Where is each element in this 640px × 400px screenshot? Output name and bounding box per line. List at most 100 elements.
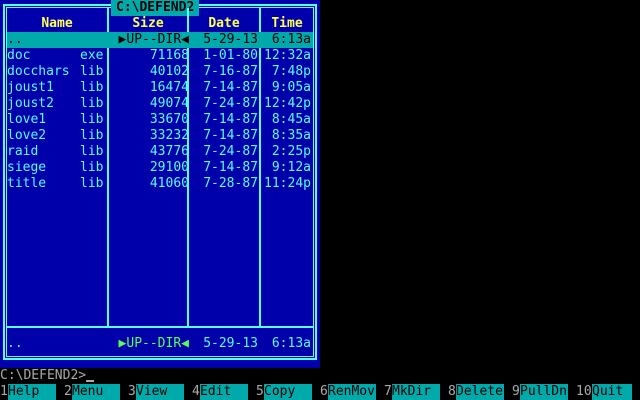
file-time: 2:25p	[271, 144, 311, 159]
fkey-renmov[interactable]: 6 RenMov	[320, 384, 384, 400]
file-row[interactable]: title lib 41060 7-28-87 11:24p	[7, 176, 313, 192]
fkey-pulldn[interactable]: 9 PullDn	[512, 384, 576, 400]
file-date: 7-14-87	[203, 80, 258, 95]
text-cursor	[86, 368, 95, 382]
file-row[interactable]: docchars lib 40102 7-16-87 7:48p	[7, 64, 313, 80]
fkey-number: 6	[320, 384, 328, 399]
fkey-number: 10	[576, 384, 592, 399]
file-time: 6:13a	[271, 32, 311, 47]
file-time: 8:45a	[271, 112, 311, 127]
fkey-copy[interactable]: 5 Copy	[256, 384, 320, 400]
file-ext: lib	[80, 160, 104, 175]
file-row[interactable]: love1 lib 33670 7-14-87 8:45a	[7, 112, 313, 128]
footer-date: 5-29-13	[203, 336, 258, 351]
file-row[interactable]: raid lib 43776 7-24-87 2:25p	[7, 144, 313, 160]
fkey-number: 7	[384, 384, 392, 399]
fkey-label: RenMov	[328, 384, 376, 400]
file-ext: lib	[80, 64, 104, 79]
file-ext: exe	[80, 48, 104, 63]
footer-time: 6:13a	[271, 336, 311, 351]
file-date: 7-14-87	[203, 112, 258, 127]
file-ext: lib	[80, 144, 104, 159]
footer-name: ..	[7, 336, 23, 351]
fkey-view[interactable]: 3 View	[128, 384, 192, 400]
file-row[interactable]: doc exe 71168 1-01-80 12:32a	[7, 48, 313, 64]
fkey-number: 1	[0, 384, 8, 399]
file-name: ..	[7, 32, 23, 47]
file-size: 29100	[149, 160, 189, 175]
file-ext: lib	[80, 128, 104, 143]
fkey-label: View	[136, 384, 184, 400]
command-prompt: C:\DEFEND2>	[0, 368, 87, 383]
file-date: 7-14-87	[203, 160, 258, 175]
file-row[interactable]: .. ▶UP--DIR◀ 5-29-13 6:13a	[7, 32, 313, 48]
fkey-number: 8	[448, 384, 456, 399]
fkey-label: PullDn	[520, 384, 568, 400]
file-row[interactable]: joust1 lib 16474 7-14-87 9:05a	[7, 80, 313, 96]
file-date: 5-29-13	[203, 32, 258, 47]
fkey-label: Help	[8, 384, 56, 400]
fkey-menu[interactable]: 2 Menu	[64, 384, 128, 400]
fkey-quit[interactable]: 10 Quit	[576, 384, 640, 400]
fkey-label: Copy	[264, 384, 312, 400]
file-time: 9:12a	[271, 160, 311, 175]
file-ext: lib	[80, 112, 104, 127]
file-ext: lib	[80, 80, 104, 95]
file-time: 12:42p	[264, 96, 311, 111]
file-name: love2	[7, 128, 47, 143]
fkey-label: Quit	[592, 384, 632, 400]
fkey-edit[interactable]: 4 Edit	[192, 384, 256, 400]
file-size: 49074	[149, 96, 189, 111]
file-name: siege	[7, 160, 47, 175]
file-time: 12:32a	[264, 48, 311, 63]
file-name: love1	[7, 112, 47, 127]
file-name: joust1	[7, 80, 54, 95]
fkey-help[interactable]: 1 Help	[0, 384, 64, 400]
fkey-number: 4	[192, 384, 200, 399]
fkey-number: 9	[512, 384, 520, 399]
file-size: ▶UP--DIR◀	[118, 32, 189, 47]
fkey-number: 3	[128, 384, 136, 399]
file-time: 11:24p	[264, 176, 311, 191]
file-date: 7-28-87	[203, 176, 258, 191]
file-date: 7-16-87	[203, 64, 258, 79]
fkey-label: MkDir	[392, 384, 440, 400]
fkey-label: Delete	[456, 384, 504, 400]
fkey-delete[interactable]: 8 Delete	[448, 384, 512, 400]
footer-size: ▶UP--DIR◀	[118, 336, 189, 351]
file-time: 8:35a	[271, 128, 311, 143]
command-line[interactable]: C:\DEFEND2>	[0, 368, 95, 384]
file-name: raid	[7, 144, 39, 159]
fkey-label: Edit	[200, 384, 248, 400]
fkey-mkdir[interactable]: 7 MkDir	[384, 384, 448, 400]
file-size: 43776	[149, 144, 189, 159]
file-date: 1-01-80	[203, 48, 258, 63]
column-header-size[interactable]: Size	[109, 16, 187, 32]
file-ext: lib	[80, 96, 104, 111]
file-name: title	[7, 176, 47, 191]
file-name: doc	[7, 48, 31, 63]
file-name: docchars	[7, 64, 70, 79]
footer-divider	[6, 326, 314, 328]
file-date: 7-14-87	[203, 128, 258, 143]
column-header-time[interactable]: Time	[261, 16, 313, 32]
column-header-date[interactable]: Date	[189, 16, 259, 32]
file-time: 9:05a	[271, 80, 311, 95]
panel-footer-info: .. ▶UP--DIR◀ 5-29-13 6:13a	[7, 336, 313, 352]
file-row[interactable]: siege lib 29100 7-14-87 9:12a	[7, 160, 313, 176]
file-row[interactable]: joust2 lib 49074 7-24-87 12:42p	[7, 96, 313, 112]
file-size: 41060	[149, 176, 189, 191]
file-panel: C:\DEFEND2 Name Size Date Time .. ▶UP--DI…	[0, 0, 320, 368]
file-date: 7-24-87	[203, 144, 258, 159]
file-ext: lib	[80, 176, 104, 191]
file-size: 40102	[149, 64, 189, 79]
file-size: 33670	[149, 112, 189, 127]
file-date: 7-24-87	[203, 96, 258, 111]
file-row[interactable]: love2 lib 33232 7-14-87 8:35a	[7, 128, 313, 144]
file-name: joust2	[7, 96, 54, 111]
function-key-bar: 1 Help 2 Menu 3 View 4 Edit 5 Copy 6 RenMov 7 MkDir 8 D…	[0, 384, 640, 400]
column-header-name[interactable]: Name	[7, 16, 107, 32]
file-size: 16474	[149, 80, 189, 95]
file-size: 71168	[149, 48, 189, 63]
fkey-label: Menu	[72, 384, 120, 400]
